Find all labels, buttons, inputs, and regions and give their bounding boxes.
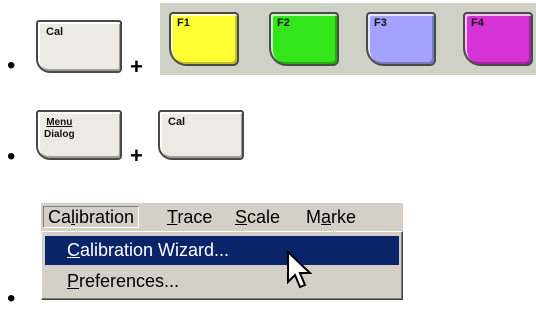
f2-key-label: F2 xyxy=(277,17,290,29)
cal-key-label: Cal xyxy=(46,26,64,38)
menu-trace-accel: T xyxy=(167,207,178,227)
calibration-wizard-accel: C xyxy=(67,240,80,260)
menu-dialog-label: Menu Dialog xyxy=(44,117,75,141)
menu-calibration[interactable]: Calibration xyxy=(43,206,140,228)
bullet: • xyxy=(7,52,16,79)
menu-marker-accel: a xyxy=(321,207,332,227)
menu-bar: Calibration Trace Scale Marke xyxy=(41,203,403,231)
calibration-dropdown: Calibration Wizard... Preferences... xyxy=(41,231,403,300)
plus-sign: + xyxy=(130,143,143,168)
menu-scale-accel: S xyxy=(235,207,248,227)
menu-trace[interactable]: Trace xyxy=(163,206,216,228)
f4-key[interactable]: F4 xyxy=(463,12,533,66)
preferences-accel: P xyxy=(67,271,80,291)
menu-dialog-hardkey[interactable]: Menu Dialog xyxy=(36,110,122,160)
arrow-pointer-icon xyxy=(287,250,312,289)
dialog-label: Dialog xyxy=(44,129,75,140)
function-key-strip: F1 F2 F3 F4 xyxy=(160,3,536,75)
cal-key-label: Cal xyxy=(168,116,186,128)
menu-marker[interactable]: Marke xyxy=(302,206,360,228)
f1-key-label: F1 xyxy=(177,17,190,29)
preferences-item[interactable]: Preferences... xyxy=(45,267,399,296)
calibration-wizard-item[interactable]: Calibration Wizard... xyxy=(45,236,399,265)
f3-key-label: F3 xyxy=(374,17,387,29)
menu-scale-text: cale xyxy=(247,207,281,227)
menu-calibration-text: ibration xyxy=(75,207,135,227)
f1-key[interactable]: F1 xyxy=(169,12,239,66)
bullet: • xyxy=(7,285,16,312)
f2-key[interactable]: F2 xyxy=(269,12,339,66)
menu-trace-text: race xyxy=(177,207,213,227)
menu-scale[interactable]: Scale xyxy=(231,206,284,228)
menu-label: Menu xyxy=(46,117,73,128)
cal-hardkey[interactable]: Cal xyxy=(158,110,244,160)
f3-key[interactable]: F3 xyxy=(366,12,436,66)
menu-marker-text: rke xyxy=(331,207,357,227)
calibration-wizard-text: alibration Wizard... xyxy=(80,240,230,260)
menu-marker-text: M xyxy=(306,207,321,227)
cal-hardkey[interactable]: Cal xyxy=(36,20,122,73)
f4-key-label: F4 xyxy=(471,17,484,29)
preferences-text: references... xyxy=(79,271,180,291)
plus-sign: + xyxy=(130,54,143,79)
menu-calibration-text: Ca xyxy=(48,207,72,227)
bullet: • xyxy=(7,143,16,170)
